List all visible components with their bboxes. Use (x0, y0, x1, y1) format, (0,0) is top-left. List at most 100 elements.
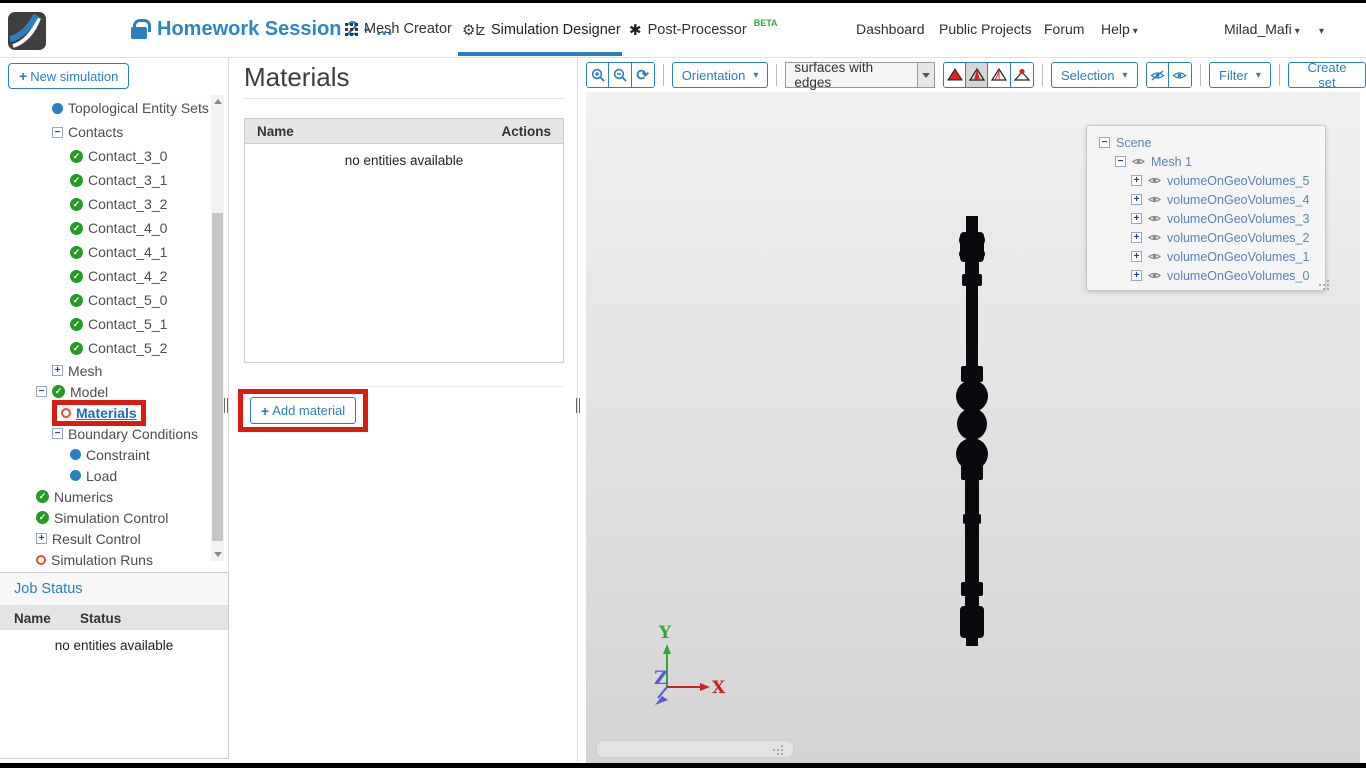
tree-item-topological-entity-sets[interactable]: Topological Entity Sets (0, 96, 210, 120)
viewport-3d[interactable]: − Scene − Mesh 1 + volumeOnGeoVolumes_5 + volum… (586, 92, 1360, 763)
eye-icon[interactable] (1148, 176, 1161, 185)
tree-item-contact-4-1[interactable]: ✓ Contact_4_1 (0, 240, 210, 264)
scene-item-volumeongeovolumes_4[interactable]: + volumeOnGeoVolumes_4 (1087, 190, 1325, 209)
check-green-icon: ✓ (70, 293, 83, 307)
eye-icon[interactable] (1148, 214, 1161, 223)
nav-public-projects[interactable]: Public Projects (939, 21, 1032, 37)
tab-mesh-creator[interactable]: Mesh Creator (345, 21, 452, 37)
tree-item-contact-4-0[interactable]: ✓ Contact_4_0 (0, 216, 210, 240)
scene-item-volumeongeovolumes_1[interactable]: + volumeOnGeoVolumes_1 (1087, 247, 1325, 266)
minus-box-icon[interactable]: − (1115, 156, 1126, 167)
nav-forum[interactable]: Forum (1044, 21, 1084, 37)
minus-box-icon[interactable]: − (36, 386, 47, 397)
solid-style-button[interactable] (943, 63, 967, 87)
tab-post-processor[interactable]: ✱ Post-Processor BETA (629, 18, 778, 39)
tree-item-mesh[interactable]: + Mesh (0, 360, 210, 381)
tree-item-result-control[interactable]: + Result Control (0, 528, 210, 549)
tree-item-label: Numerics (54, 488, 114, 505)
create-set-button[interactable]: Create set (1287, 60, 1366, 90)
selection-dropdown[interactable]: Selection ▾ (1050, 62, 1138, 88)
viewer-toolbar: ⟳ Orientation ▾ surfaces with edges Sele… (586, 58, 1366, 92)
tree-item-boundary-conditions[interactable]: − Boundary Conditions (0, 423, 210, 444)
eye-icon[interactable] (1148, 233, 1161, 242)
scene-item-volumeongeovolumes_0[interactable]: + volumeOnGeoVolumes_0 (1087, 266, 1325, 285)
minus-box-icon[interactable]: − (1099, 137, 1110, 148)
tree-item-simulation-control[interactable]: ✓ Simulation Control (0, 507, 210, 528)
circle-blue-icon (52, 102, 63, 114)
minus-box-icon[interactable]: − (52, 126, 63, 138)
tab-simulation-designer[interactable]: ⚙ʫ Simulation Designer (462, 21, 621, 39)
viewport-bottom-bar[interactable] (596, 740, 794, 758)
nav-help[interactable]: Help ▾ (1101, 21, 1138, 37)
nav-dashboard[interactable]: Dashboard (856, 21, 925, 37)
tree-item-label: Model (70, 383, 109, 400)
tree-item-contact-3-0[interactable]: ✓ Contact_3_0 (0, 144, 210, 168)
mesh-shaft-model[interactable] (937, 210, 1007, 650)
tree-item-contact-5-2[interactable]: ✓ Contact_5_2 (0, 336, 210, 360)
eye-icon[interactable] (1132, 157, 1145, 166)
resize-grip-icon[interactable] (773, 749, 775, 751)
tree-item-materials[interactable]: Materials (0, 399, 210, 426)
eye-icon[interactable] (1148, 195, 1161, 204)
scrollbar-thumb[interactable] (212, 213, 223, 541)
user-menu[interactable]: Milad_Mafi ▾ (1224, 21, 1300, 37)
divider (1278, 64, 1280, 86)
scene-item-mesh-1[interactable]: − Mesh 1 (1087, 152, 1325, 171)
add-material-button[interactable]: + Add material (250, 397, 357, 424)
plus-box-icon[interactable]: + (52, 365, 63, 376)
tree-item-contact-3-2[interactable]: ✓ Contact_3_2 (0, 192, 210, 216)
zoom-out-button[interactable] (609, 63, 632, 87)
tree-item-simulation-runs[interactable]: Simulation Runs (0, 549, 210, 570)
check-green-icon: ✓ (70, 173, 83, 187)
plus-box-icon[interactable]: + (1131, 194, 1142, 205)
scene-item-scene[interactable]: − Scene (1087, 133, 1325, 152)
plus-box-icon[interactable]: + (36, 533, 47, 544)
tree-item-contact-4-2[interactable]: ✓ Contact_4_2 (0, 264, 210, 288)
plus-box-icon[interactable]: + (1131, 270, 1142, 281)
plus-icon: + (261, 402, 270, 419)
tree-item-contacts[interactable]: − Contacts (0, 120, 210, 144)
header-bar: Homework Session 2 - ... Mesh Creator ⚙ʫ… (0, 3, 1366, 58)
zoom-in-button[interactable] (587, 63, 610, 87)
plus-box-icon[interactable]: + (1131, 175, 1142, 186)
plus-box-icon[interactable]: + (1131, 251, 1142, 262)
tree-item-load[interactable]: Load (0, 465, 210, 486)
chevron-down-icon: ▾ (1319, 26, 1325, 37)
nav-help-label: Help (1101, 21, 1130, 37)
new-simulation-button[interactable]: + New simulation (8, 63, 130, 89)
tree-item-constraint[interactable]: Constraint (0, 444, 210, 465)
scroll-up-icon[interactable] (211, 95, 224, 108)
hide-selected-button[interactable] (1146, 63, 1169, 87)
tree-item-contact-3-1[interactable]: ✓ Contact_3_1 (0, 168, 210, 192)
tree-item-contact-5-0[interactable]: ✓ Contact_5_0 (0, 288, 210, 312)
surfaces-edges-style-button[interactable] (966, 63, 989, 87)
eye-icon[interactable] (1148, 271, 1161, 280)
minus-box-icon[interactable]: − (52, 428, 63, 439)
axis-z-label: Z (654, 667, 668, 689)
filter-dropdown[interactable]: Filter ▾ (1209, 62, 1271, 88)
zoom-button-group: ⟳ (586, 62, 655, 88)
reset-view-button[interactable]: ⟳ (631, 63, 654, 87)
scene-item-volumeongeovolumes_2[interactable]: + volumeOnGeoVolumes_2 (1087, 228, 1325, 247)
show-all-button[interactable] (1168, 63, 1192, 87)
scroll-down-icon[interactable] (211, 548, 224, 561)
sidebar-scrollbar[interactable] (211, 95, 224, 561)
points-style-button[interactable] (1010, 63, 1033, 87)
scene-item-volumeongeovolumes_3[interactable]: + volumeOnGeoVolumes_3 (1087, 209, 1325, 228)
plus-box-icon[interactable]: + (1131, 232, 1142, 243)
tree-item-contact-5-1[interactable]: ✓ Contact_5_1 (0, 312, 210, 336)
resize-grip-icon[interactable] (1319, 284, 1321, 286)
simscale-logo-icon[interactable] (8, 12, 46, 50)
axis-y-label: Y (658, 623, 672, 643)
tree-item-numerics[interactable]: ✓ Numerics (0, 486, 210, 507)
orientation-dropdown[interactable]: Orientation ▾ (671, 62, 769, 88)
selection-label: Selection (1060, 67, 1115, 83)
tab-label: Simulation Designer (490, 22, 621, 38)
extra-menu[interactable]: ▾ (1316, 21, 1324, 37)
scene-item-volumeongeovolumes_5[interactable]: + volumeOnGeoVolumes_5 (1087, 171, 1325, 190)
wireframe-style-button[interactable] (988, 63, 1011, 87)
eye-icon[interactable] (1148, 252, 1161, 261)
plus-box-icon[interactable]: + (1131, 213, 1142, 224)
render-mode-select[interactable]: surfaces with edges (785, 60, 935, 90)
panel-resize-handle[interactable] (576, 398, 582, 413)
